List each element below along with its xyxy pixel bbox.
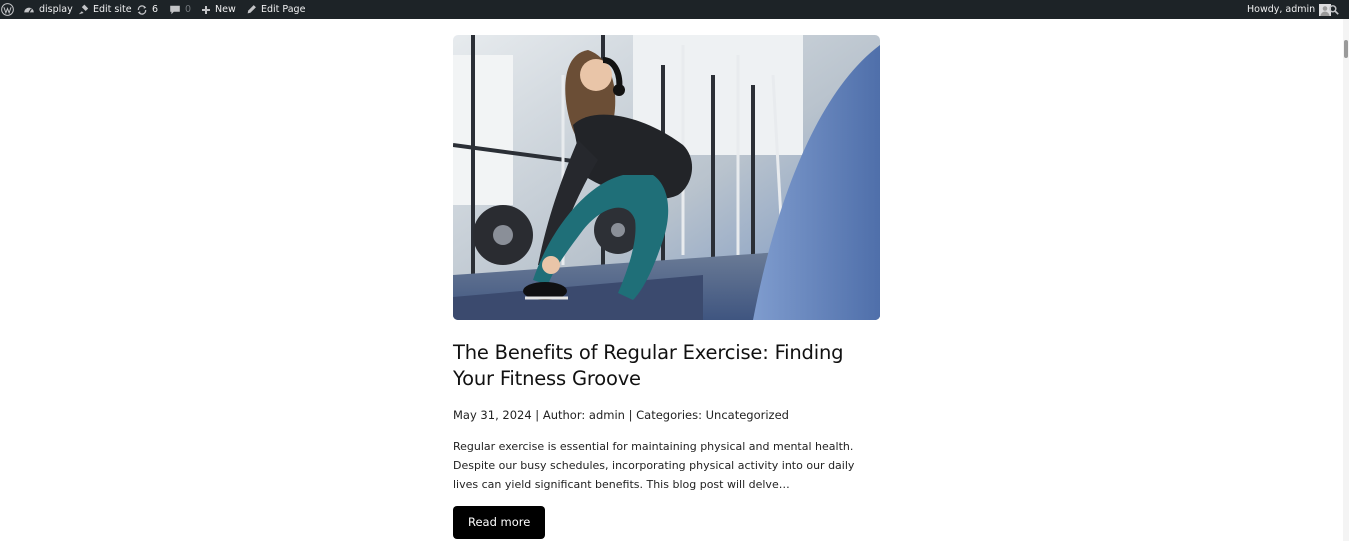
search-button[interactable] [1328,0,1340,19]
site-name-label: display [39,4,73,15]
meta-separator-author: | Author: [531,408,589,422]
updates-button[interactable]: 6 [136,0,158,19]
search-icon [1329,4,1339,15]
post-date[interactable]: May 31, 2024 [453,408,532,422]
featured-image[interactable] [453,35,880,320]
comments-button[interactable]: 0 [169,0,191,19]
comment-icon [170,5,180,14]
edit-site-button[interactable]: Edit site [77,0,132,19]
site-name-menu[interactable]: display [23,0,73,19]
edit-page-label: Edit Page [261,4,306,15]
read-more-button[interactable]: Read more [453,506,546,539]
post-author-link[interactable]: admin [589,408,625,422]
post-excerpt: Regular exercise is essential for mainta… [453,440,855,491]
dashboard-icon [24,7,34,13]
pencil-icon [247,5,256,14]
updates-icon [137,4,147,15]
scrollbar-track[interactable] [1343,19,1349,541]
post-title[interactable]: The Benefits of Regular Exercise: Findin… [453,340,880,392]
account-menu[interactable]: Howdy, admin [1247,0,1332,19]
new-content-button[interactable]: New [201,0,236,19]
scrollbar-thumb[interactable] [1344,40,1348,58]
post-meta: May 31, 2024 | Author: admin | Categorie… [453,407,880,423]
wordpress-icon [1,3,14,16]
blog-post: The Benefits of Regular Exercise: Findin… [453,35,880,539]
updates-count: 6 [152,4,159,15]
admin-bar: display Edit site 6 0 New Edit Page Howd… [0,0,1349,19]
meta-separator-categories: | Categories: [624,408,706,422]
wordpress-logo-button[interactable] [1,0,14,19]
edit-site-label: Edit site [93,4,132,15]
edit-page-button[interactable]: Edit Page [246,0,305,19]
post-category-link[interactable]: Uncategorized [706,408,789,422]
new-label: New [215,4,236,15]
howdy-label: Howdy, admin [1247,4,1316,15]
comments-count: 0 [185,4,192,15]
brush-icon [78,4,89,14]
plus-icon [202,5,210,14]
